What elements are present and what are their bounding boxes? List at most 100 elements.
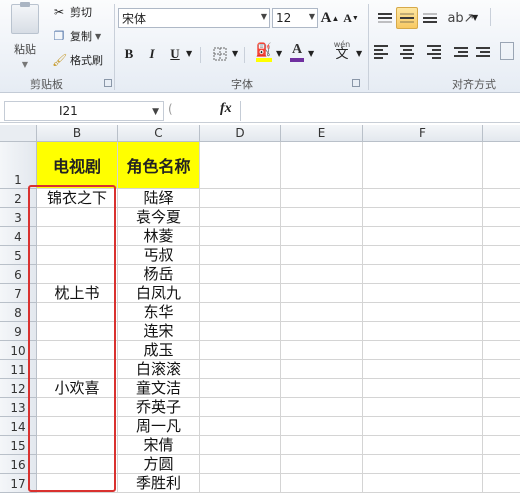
divider bbox=[244, 47, 245, 63]
character-cell[interactable]: 白凤九 bbox=[118, 284, 199, 303]
font-size-select[interactable]: 12 ▼ bbox=[272, 8, 318, 28]
select-all-corner[interactable] bbox=[0, 125, 37, 142]
font-name-value: 宋体 bbox=[122, 11, 147, 26]
chevron-down-icon: ▼ bbox=[276, 49, 283, 58]
gridline bbox=[280, 142, 281, 493]
divider bbox=[200, 47, 201, 63]
character-cell[interactable]: 乔英子 bbox=[118, 398, 199, 417]
font-name-select[interactable]: 宋体 ▼ bbox=[118, 8, 270, 28]
shrink-font-button[interactable]: A ▼ bbox=[343, 8, 359, 28]
cut-button[interactable]: ✂ 剪切 bbox=[52, 2, 92, 22]
column-header-f[interactable]: F bbox=[363, 125, 483, 142]
phonetic-button[interactable]: wén 文 bbox=[328, 40, 356, 61]
character-cell[interactable]: 杨岳 bbox=[118, 265, 199, 284]
cut-label: 剪切 bbox=[70, 6, 92, 19]
align-bottom-button[interactable] bbox=[419, 7, 441, 29]
column-header-c[interactable]: C bbox=[118, 125, 200, 142]
chevron-down-icon: ▼ bbox=[232, 49, 239, 58]
name-box[interactable]: I21 ▼ bbox=[4, 101, 164, 121]
formula-split-handle[interactable]: ( bbox=[168, 102, 180, 120]
paste-icon bbox=[11, 2, 39, 34]
column-header-b[interactable]: B bbox=[37, 125, 118, 142]
character-cell[interactable]: 成玉 bbox=[118, 341, 199, 360]
name-box-value: I21 bbox=[59, 104, 78, 118]
bold-button[interactable]: B bbox=[120, 44, 138, 64]
alignment-group-label: 对齐方式 bbox=[452, 78, 496, 91]
border-icon bbox=[213, 47, 227, 61]
formula-bar: I21 ▼ ( fx bbox=[0, 99, 520, 123]
character-cell[interactable]: 白滚滚 bbox=[118, 360, 199, 379]
column-header-g[interactable] bbox=[483, 125, 520, 142]
chevron-down-icon: ▼ bbox=[152, 107, 159, 117]
gridline bbox=[362, 142, 363, 493]
header-cell-drama[interactable]: 电视剧 bbox=[37, 142, 117, 188]
formula-input[interactable] bbox=[240, 101, 518, 121]
orientation-button[interactable]: ab↗ bbox=[447, 8, 475, 28]
chevron-down-icon: ▼ bbox=[186, 49, 193, 58]
chevron-down-icon: ▼ bbox=[356, 49, 363, 58]
fill-color-swatch bbox=[256, 57, 272, 62]
chevron-down-icon: ▼ bbox=[260, 12, 267, 21]
insert-function-button[interactable]: fx bbox=[220, 101, 232, 117]
column-header-e[interactable]: E bbox=[281, 125, 363, 142]
character-cell[interactable]: 连宋 bbox=[118, 322, 199, 341]
scissors-icon: ✂ bbox=[53, 5, 65, 19]
gridline bbox=[482, 142, 483, 493]
character-cell[interactable]: 丐叔 bbox=[118, 246, 199, 265]
row-header[interactable]: 1 bbox=[0, 142, 37, 189]
chevron-down-icon: ▼ bbox=[472, 13, 479, 22]
copy-icon: ❐ bbox=[53, 29, 65, 43]
copy-label: 复制 bbox=[70, 30, 92, 43]
italic-button[interactable]: I bbox=[143, 44, 161, 64]
copy-button[interactable]: ❐ 复制 ▼ bbox=[52, 26, 102, 46]
chevron-down-icon: ▼ bbox=[95, 31, 102, 41]
align-center-button[interactable] bbox=[396, 41, 418, 63]
align-middle-button[interactable] bbox=[396, 7, 418, 29]
ribbon: 粘贴 ▼ ✂ 剪切 ❐ 复制 ▼ 🖌 格式刷 剪贴板 宋体 ▼ 12 ▼ A ▲ … bbox=[0, 0, 520, 93]
chevron-down-icon: ▼ bbox=[308, 12, 315, 21]
character-cell[interactable]: 宋倩 bbox=[118, 436, 199, 455]
format-painter-label: 格式刷 bbox=[70, 54, 103, 67]
font-size-value: 12 bbox=[276, 11, 292, 25]
format-painter-button[interactable]: 🖌 格式刷 bbox=[52, 50, 103, 70]
font-color-icon: A bbox=[291, 42, 303, 57]
character-cell[interactable]: 周一凡 bbox=[118, 417, 199, 436]
character-cell[interactable]: 方圆 bbox=[118, 455, 199, 474]
align-top-button[interactable] bbox=[374, 7, 396, 29]
character-cell[interactable]: 童文洁 bbox=[118, 379, 199, 398]
font-launcher-icon[interactable] bbox=[352, 79, 360, 87]
fill-color-button[interactable]: ⛽ bbox=[254, 42, 274, 62]
text-angle-icon: ab↗ bbox=[447, 10, 475, 26]
character-cell[interactable]: 袁今夏 bbox=[118, 208, 199, 227]
chevron-down-icon: ▼ bbox=[308, 49, 315, 58]
paste-label: 粘贴 bbox=[14, 43, 36, 56]
clipboard-launcher-icon[interactable] bbox=[104, 79, 112, 87]
gridline bbox=[37, 492, 520, 493]
divider bbox=[490, 8, 491, 26]
align-right-button[interactable] bbox=[419, 41, 441, 63]
character-cell[interactable]: 东华 bbox=[118, 303, 199, 322]
paste-button[interactable]: 粘贴 ▼ bbox=[2, 2, 48, 72]
character-cell[interactable]: 陆绎 bbox=[118, 189, 199, 208]
font-color-swatch bbox=[290, 58, 304, 62]
increase-indent-button[interactable] bbox=[472, 41, 494, 63]
highlight-box bbox=[28, 185, 116, 492]
gridline bbox=[199, 142, 200, 493]
character-cell[interactable]: 林菱 bbox=[118, 227, 199, 246]
column-header-d[interactable]: D bbox=[200, 125, 281, 142]
decrease-indent-button[interactable] bbox=[450, 41, 472, 63]
wrap-text-icon[interactable] bbox=[500, 42, 514, 60]
group-divider bbox=[368, 4, 369, 90]
header-cell-character[interactable]: 角色名称 bbox=[118, 142, 199, 188]
character-cell[interactable]: 季胜利 bbox=[118, 474, 199, 493]
underline-button[interactable]: U bbox=[166, 44, 184, 64]
font-color-button[interactable]: A bbox=[288, 42, 306, 62]
paintbrush-icon: 🖌 bbox=[52, 53, 68, 67]
borders-button[interactable] bbox=[210, 44, 230, 64]
grow-font-button[interactable]: A ▲ bbox=[321, 8, 340, 28]
paint-bucket-icon: ⛽ bbox=[255, 42, 273, 58]
chevron-down-icon: ▼ bbox=[21, 60, 29, 69]
clipboard-group-label: 剪贴板 bbox=[30, 78, 63, 91]
align-left-button[interactable] bbox=[374, 41, 396, 63]
group-divider bbox=[114, 4, 115, 90]
